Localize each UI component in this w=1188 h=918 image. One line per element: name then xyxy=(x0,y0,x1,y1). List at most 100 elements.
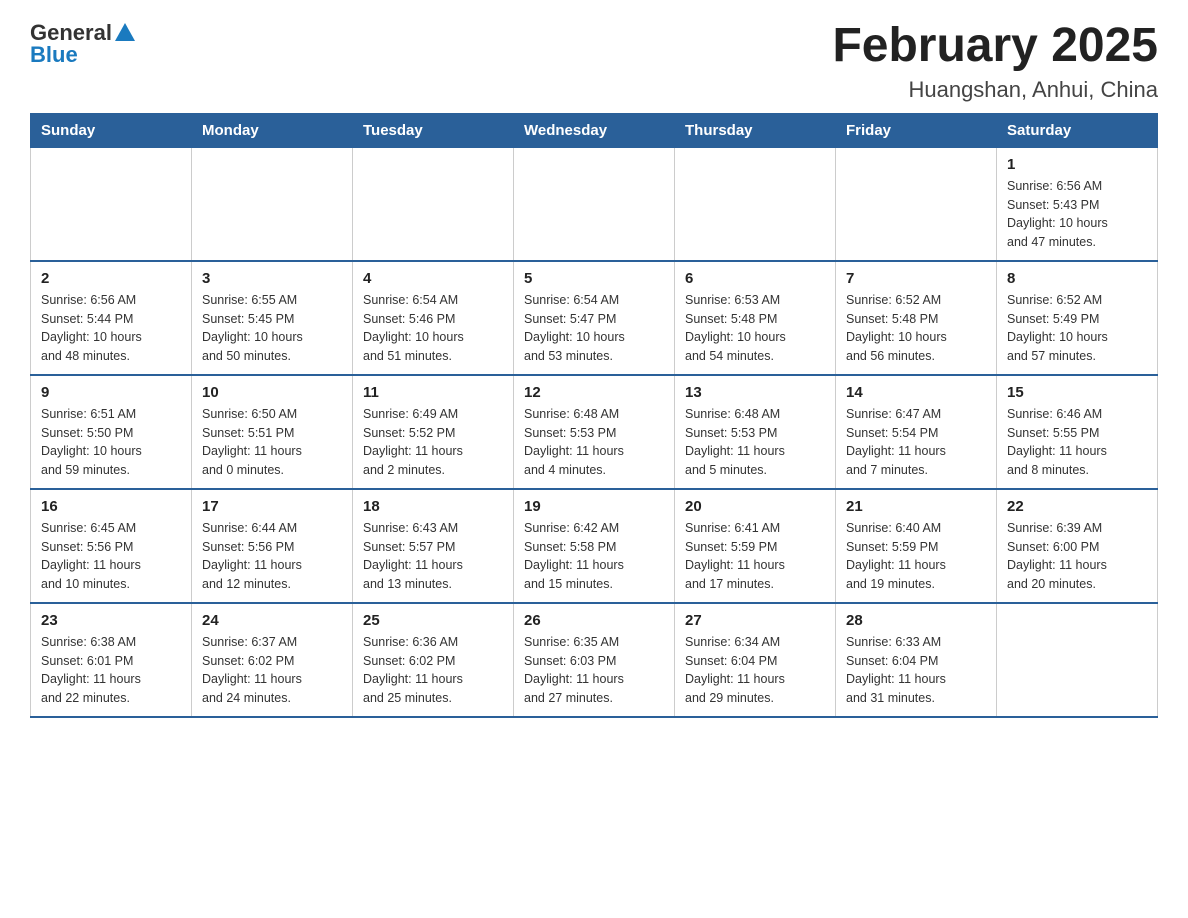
day-number: 23 xyxy=(41,612,181,629)
day-number: 13 xyxy=(685,384,825,401)
day-number: 18 xyxy=(363,498,503,515)
day-info: Sunrise: 6:52 AMSunset: 5:49 PMDaylight:… xyxy=(1007,291,1147,366)
weekday-header-tuesday: Tuesday xyxy=(353,113,514,147)
day-number: 12 xyxy=(524,384,664,401)
page-header: General Blue February 2025 Huangshan, An… xyxy=(30,20,1158,103)
day-info: Sunrise: 6:33 AMSunset: 6:04 PMDaylight:… xyxy=(846,633,986,708)
calendar-day-cell xyxy=(192,147,353,261)
calendar-day-cell: 15 Sunrise: 6:46 AMSunset: 5:55 PMDayligh… xyxy=(997,375,1158,489)
calendar-day-cell: 20 Sunrise: 6:41 AMSunset: 5:59 PMDayligh… xyxy=(675,489,836,603)
day-number: 4 xyxy=(363,270,503,287)
calendar-title: February 2025 xyxy=(832,20,1158,73)
calendar-subtitle: Huangshan, Anhui, China xyxy=(832,77,1158,103)
logo-blue: Blue xyxy=(30,42,78,68)
day-number: 24 xyxy=(202,612,342,629)
day-number: 6 xyxy=(685,270,825,287)
calendar-day-cell: 23 Sunrise: 6:38 AMSunset: 6:01 PMDayligh… xyxy=(31,603,192,717)
calendar-day-cell xyxy=(31,147,192,261)
calendar-week-row: 9Sunrise: 6:51 AMSunset: 5:50 PMDaylight… xyxy=(31,375,1158,489)
calendar-table: SundayMondayTuesdayWednesdayThursdayFrid… xyxy=(30,113,1158,718)
calendar-day-cell: 4 Sunrise: 6:54 AMSunset: 5:46 PMDaylight… xyxy=(353,261,514,375)
day-info: Sunrise: 6:38 AMSunset: 6:01 PMDaylight:… xyxy=(41,633,181,708)
calendar-week-row: 16Sunrise: 6:45 AMSunset: 5:56 PMDayligh… xyxy=(31,489,1158,603)
day-info: Sunrise: 6:43 AMSunset: 5:57 PMDaylight:… xyxy=(363,519,503,594)
day-number: 17 xyxy=(202,498,342,515)
calendar-day-cell: 22Sunrise: 6:39 AMSunset: 6:00 PMDayligh… xyxy=(997,489,1158,603)
calendar-day-cell: 10 Sunrise: 6:50 AMSunset: 5:51 PMDayligh… xyxy=(192,375,353,489)
weekday-header-monday: Monday xyxy=(192,113,353,147)
day-number: 5 xyxy=(524,270,664,287)
day-info: Sunrise: 6:42 AMSunset: 5:58 PMDaylight:… xyxy=(524,519,664,594)
title-block: February 2025 Huangshan, Anhui, China xyxy=(832,20,1158,103)
day-info: Sunrise: 6:34 AMSunset: 6:04 PMDaylight:… xyxy=(685,633,825,708)
calendar-day-cell xyxy=(836,147,997,261)
day-info: Sunrise: 6:44 AMSunset: 5:56 PMDaylight:… xyxy=(202,519,342,594)
weekday-header-row: SundayMondayTuesdayWednesdayThursdayFrid… xyxy=(31,113,1158,147)
day-number: 19 xyxy=(524,498,664,515)
day-number: 11 xyxy=(363,384,503,401)
calendar-day-cell: 7 Sunrise: 6:52 AMSunset: 5:48 PMDaylight… xyxy=(836,261,997,375)
calendar-week-row: 1 Sunrise: 6:56 AMSunset: 5:43 PMDaylight… xyxy=(31,147,1158,261)
calendar-header: SundayMondayTuesdayWednesdayThursdayFrid… xyxy=(31,113,1158,147)
day-number: 25 xyxy=(363,612,503,629)
day-info: Sunrise: 6:41 AMSunset: 5:59 PMDaylight:… xyxy=(685,519,825,594)
calendar-day-cell xyxy=(997,603,1158,717)
calendar-day-cell: 26 Sunrise: 6:35 AMSunset: 6:03 PMDayligh… xyxy=(514,603,675,717)
day-number: 21 xyxy=(846,498,986,515)
calendar-day-cell: 2 Sunrise: 6:56 AMSunset: 5:44 PMDaylight… xyxy=(31,261,192,375)
logo: General Blue xyxy=(30,20,135,68)
day-info: Sunrise: 6:50 AMSunset: 5:51 PMDaylight:… xyxy=(202,405,342,480)
weekday-header-sunday: Sunday xyxy=(31,113,192,147)
day-info: Sunrise: 6:52 AMSunset: 5:48 PMDaylight:… xyxy=(846,291,986,366)
calendar-day-cell: 5 Sunrise: 6:54 AMSunset: 5:47 PMDaylight… xyxy=(514,261,675,375)
logo-triangle-icon xyxy=(115,23,135,41)
day-info: Sunrise: 6:40 AMSunset: 5:59 PMDaylight:… xyxy=(846,519,986,594)
day-number: 7 xyxy=(846,270,986,287)
day-info: Sunrise: 6:48 AMSunset: 5:53 PMDaylight:… xyxy=(524,405,664,480)
day-info: Sunrise: 6:53 AMSunset: 5:48 PMDaylight:… xyxy=(685,291,825,366)
calendar-day-cell xyxy=(675,147,836,261)
day-info: Sunrise: 6:36 AMSunset: 6:02 PMDaylight:… xyxy=(363,633,503,708)
day-info: Sunrise: 6:54 AMSunset: 5:46 PMDaylight:… xyxy=(363,291,503,366)
day-info: Sunrise: 6:47 AMSunset: 5:54 PMDaylight:… xyxy=(846,405,986,480)
weekday-header-wednesday: Wednesday xyxy=(514,113,675,147)
day-info: Sunrise: 6:54 AMSunset: 5:47 PMDaylight:… xyxy=(524,291,664,366)
day-number: 8 xyxy=(1007,270,1147,287)
calendar-week-row: 2 Sunrise: 6:56 AMSunset: 5:44 PMDaylight… xyxy=(31,261,1158,375)
weekday-header-saturday: Saturday xyxy=(997,113,1158,147)
day-info: Sunrise: 6:49 AMSunset: 5:52 PMDaylight:… xyxy=(363,405,503,480)
day-number: 10 xyxy=(202,384,342,401)
day-number: 2 xyxy=(41,270,181,287)
day-info: Sunrise: 6:45 AMSunset: 5:56 PMDaylight:… xyxy=(41,519,181,594)
calendar-day-cell: 18 Sunrise: 6:43 AMSunset: 5:57 PMDayligh… xyxy=(353,489,514,603)
day-number: 28 xyxy=(846,612,986,629)
day-info: Sunrise: 6:48 AMSunset: 5:53 PMDaylight:… xyxy=(685,405,825,480)
day-number: 26 xyxy=(524,612,664,629)
calendar-day-cell xyxy=(353,147,514,261)
calendar-day-cell: 17 Sunrise: 6:44 AMSunset: 5:56 PMDayligh… xyxy=(192,489,353,603)
calendar-day-cell: 19 Sunrise: 6:42 AMSunset: 5:58 PMDayligh… xyxy=(514,489,675,603)
day-number: 22 xyxy=(1007,498,1147,515)
calendar-day-cell: 27Sunrise: 6:34 AMSunset: 6:04 PMDayligh… xyxy=(675,603,836,717)
calendar-day-cell: 12 Sunrise: 6:48 AMSunset: 5:53 PMDayligh… xyxy=(514,375,675,489)
day-info: Sunrise: 6:51 AMSunset: 5:50 PMDaylight:… xyxy=(41,405,181,480)
day-info: Sunrise: 6:37 AMSunset: 6:02 PMDaylight:… xyxy=(202,633,342,708)
day-info: Sunrise: 6:46 AMSunset: 5:55 PMDaylight:… xyxy=(1007,405,1147,480)
day-info: Sunrise: 6:56 AMSunset: 5:43 PMDaylight:… xyxy=(1007,177,1147,252)
calendar-week-row: 23 Sunrise: 6:38 AMSunset: 6:01 PMDayligh… xyxy=(31,603,1158,717)
calendar-day-cell: 3Sunrise: 6:55 AMSunset: 5:45 PMDaylight… xyxy=(192,261,353,375)
calendar-day-cell: 8 Sunrise: 6:52 AMSunset: 5:49 PMDaylight… xyxy=(997,261,1158,375)
day-number: 1 xyxy=(1007,156,1147,173)
calendar-day-cell: 16Sunrise: 6:45 AMSunset: 5:56 PMDayligh… xyxy=(31,489,192,603)
day-number: 14 xyxy=(846,384,986,401)
calendar-day-cell: 21 Sunrise: 6:40 AMSunset: 5:59 PMDayligh… xyxy=(836,489,997,603)
calendar-day-cell: 25 Sunrise: 6:36 AMSunset: 6:02 PMDayligh… xyxy=(353,603,514,717)
day-number: 15 xyxy=(1007,384,1147,401)
calendar-day-cell: 28 Sunrise: 6:33 AMSunset: 6:04 PMDayligh… xyxy=(836,603,997,717)
day-info: Sunrise: 6:35 AMSunset: 6:03 PMDaylight:… xyxy=(524,633,664,708)
day-number: 20 xyxy=(685,498,825,515)
weekday-header-friday: Friday xyxy=(836,113,997,147)
day-number: 3 xyxy=(202,270,342,287)
day-info: Sunrise: 6:56 AMSunset: 5:44 PMDaylight:… xyxy=(41,291,181,366)
calendar-day-cell: 13 Sunrise: 6:48 AMSunset: 5:53 PMDayligh… xyxy=(675,375,836,489)
